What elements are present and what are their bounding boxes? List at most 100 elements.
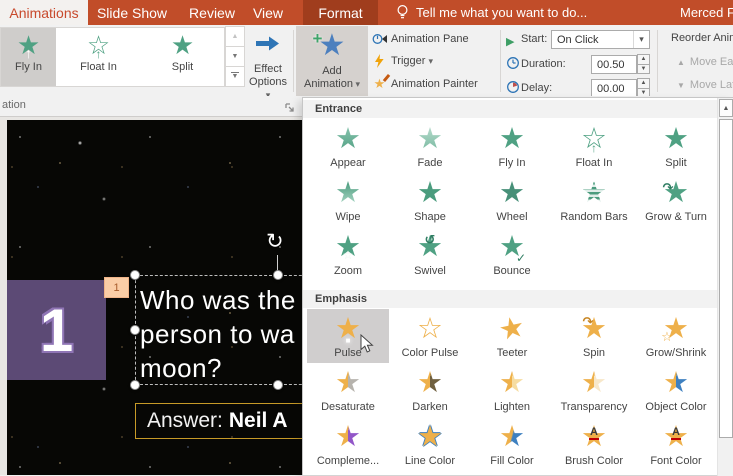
tab-review[interactable]: Review xyxy=(182,0,242,25)
animation-item-fill-color[interactable]: Fill Color xyxy=(471,417,553,471)
animation-item-lighten[interactable]: Lighten xyxy=(471,363,553,417)
tab-animations[interactable]: Animations xyxy=(0,0,88,25)
animation-item-pulse[interactable]: Pulse xyxy=(307,309,389,363)
animation-order-badge[interactable]: 1 xyxy=(104,277,129,298)
animation-item-float-in[interactable]: Float In xyxy=(553,119,635,173)
dropdown-scrollbar[interactable]: ▲ xyxy=(717,98,733,476)
dropdown-scroll-up-icon[interactable]: ▲ xyxy=(719,99,733,117)
animation-item-shape[interactable]: Shape xyxy=(389,173,471,227)
animation-item-grow-turn[interactable]: Grow & Turn xyxy=(635,172,717,227)
random-bars-star-icon xyxy=(573,178,615,210)
animation-item-label: Line Color xyxy=(404,455,456,467)
gallery-item-split[interactable]: Split xyxy=(141,28,224,86)
delay-value: 00.00 xyxy=(597,82,625,95)
animation-item-appear[interactable]: Appear xyxy=(307,119,389,173)
animation-item-wipe[interactable]: Wipe xyxy=(307,173,389,227)
animation-painter-label: Animation Painter xyxy=(391,78,478,90)
grow-turn-star-icon xyxy=(639,172,697,210)
animation-item-fly-in[interactable]: Fly In xyxy=(471,119,553,173)
animation-item-label: Object Color xyxy=(645,401,707,413)
duration-spinner[interactable]: ▲ ▼ xyxy=(637,54,650,74)
wheel-star-icon xyxy=(491,178,533,210)
animation-item-object-color[interactable]: Object Color xyxy=(635,363,717,417)
slide-number-text: 1 xyxy=(39,296,74,364)
animation-item-complementary[interactable]: Compleme... xyxy=(307,417,389,471)
dropdown-scroll-thumb[interactable] xyxy=(719,119,733,438)
animation-item-label: Darken xyxy=(412,401,448,413)
gallery-item-label: Split xyxy=(171,61,194,73)
selection-handle-bottom-left[interactable] xyxy=(130,380,140,390)
duration-input[interactable]: 00.50 xyxy=(591,55,637,74)
duration-value: 00.50 xyxy=(597,58,625,71)
effect-options-arrow-icon xyxy=(256,36,280,56)
selection-handle-mid-left[interactable] xyxy=(130,325,140,335)
spin-star-icon xyxy=(561,306,615,346)
animation-pane-button[interactable]: Animation Pane xyxy=(370,32,469,46)
animation-item-fade[interactable]: Fade xyxy=(389,119,471,173)
tab-slide-show[interactable]: Slide Show xyxy=(90,0,174,25)
animation-item-wheel[interactable]: Wheel xyxy=(471,173,553,227)
question-textbox[interactable]: Who was the person to wa moon? xyxy=(140,283,296,385)
gallery-item-float-in[interactable]: Float In xyxy=(56,28,141,86)
appear-star-icon xyxy=(327,124,369,156)
trigger-button[interactable]: Trigger ▾ xyxy=(370,54,433,68)
tab-format[interactable]: Format xyxy=(303,0,378,25)
animation-item-label: Random Bars xyxy=(560,211,628,223)
animation-item-transparency[interactable]: Transparency xyxy=(553,363,635,417)
animation-item-label: Compleme... xyxy=(316,455,380,467)
add-animation-label: Add xyxy=(322,65,342,77)
menu-section-header-entrance: Entrance xyxy=(303,100,717,118)
animation-item-spin[interactable]: Spin xyxy=(553,306,635,363)
gallery-more-button[interactable]: ▼ xyxy=(225,66,245,87)
animation-item-random-bars[interactable]: Random Bars xyxy=(553,173,635,227)
animation-item-split[interactable]: Split xyxy=(635,119,717,173)
selection-handle-top-center[interactable] xyxy=(273,270,283,280)
move-earlier-button[interactable]: Move Ear xyxy=(677,56,733,68)
move-later-button[interactable]: Move Lat xyxy=(677,79,733,91)
tab-view[interactable]: View xyxy=(246,0,290,25)
gallery-item-fly-in[interactable]: Fly In xyxy=(1,28,56,86)
animation-item-label: Brush Color xyxy=(564,455,624,467)
animation-item-label: Wheel xyxy=(496,211,528,223)
slide-number-shape[interactable]: 1 xyxy=(7,280,106,380)
menu-grid-entrance: Appear Fade Fly InFloat In Split Wipe Shape Wh… xyxy=(303,119,717,281)
move-earlier-label: Move Ear xyxy=(689,56,733,68)
animation-item-brush-color[interactable]: Brush Color xyxy=(553,417,635,471)
tell-me-box[interactable]: Tell me what you want to do... xyxy=(416,0,587,25)
animation-item-line-color[interactable]: Line Color xyxy=(389,417,471,471)
account-name[interactable]: Merced Fl xyxy=(680,0,733,25)
animation-item-label: Split xyxy=(665,157,687,169)
wipe-star-icon xyxy=(327,178,369,210)
add-animation-label: Animation xyxy=(304,78,353,90)
complementary-star-icon xyxy=(327,422,369,454)
animation-item-grow-shrink[interactable]: Grow/Shrink xyxy=(635,309,717,363)
animation-item-bounce[interactable]: Bounce xyxy=(471,227,553,281)
gallery-scroll-down-button[interactable]: ▼ xyxy=(225,46,245,67)
animation-item-color-pulse[interactable]: Color Pulse xyxy=(389,309,471,363)
add-animation-button[interactable]: Add Animation ▾ xyxy=(296,24,368,97)
animation-item-darken[interactable]: Darken xyxy=(389,363,471,417)
effect-options-label: Effect xyxy=(254,63,282,75)
animation-painter-button[interactable]: Animation Painter xyxy=(370,73,478,92)
brush-color-star-icon xyxy=(573,422,615,454)
rotation-handle-icon[interactable] xyxy=(266,229,284,254)
animation-item-swivel[interactable]: Swivel xyxy=(389,224,471,281)
color-pulse-star-icon xyxy=(409,314,451,346)
start-select-caret-icon[interactable] xyxy=(633,31,649,48)
fly-in-star-icon xyxy=(12,31,46,67)
gallery-scroll-up-button[interactable]: ▲ xyxy=(225,26,245,47)
animation-item-teeter[interactable]: Teeter xyxy=(471,309,553,363)
animation-item-font-color[interactable]: Font Color xyxy=(635,417,717,471)
dialog-launcher-icon[interactable] xyxy=(285,100,295,118)
start-play-icon xyxy=(506,32,514,50)
animation-item-zoom[interactable]: Zoom xyxy=(307,227,389,281)
animation-item-label: Teeter xyxy=(496,347,528,359)
animation-item-label: Fade xyxy=(417,157,443,169)
animation-item-desaturate[interactable]: Desaturate xyxy=(307,363,389,417)
start-select[interactable]: On Click xyxy=(551,30,650,49)
selection-handle-top-left[interactable] xyxy=(130,270,140,280)
animation-item-label: Appear xyxy=(330,157,366,169)
effect-options-button[interactable]: Effect Options ▾ xyxy=(246,27,290,100)
duration-label: Duration: xyxy=(521,58,566,70)
animation-pane-icon xyxy=(370,32,389,46)
